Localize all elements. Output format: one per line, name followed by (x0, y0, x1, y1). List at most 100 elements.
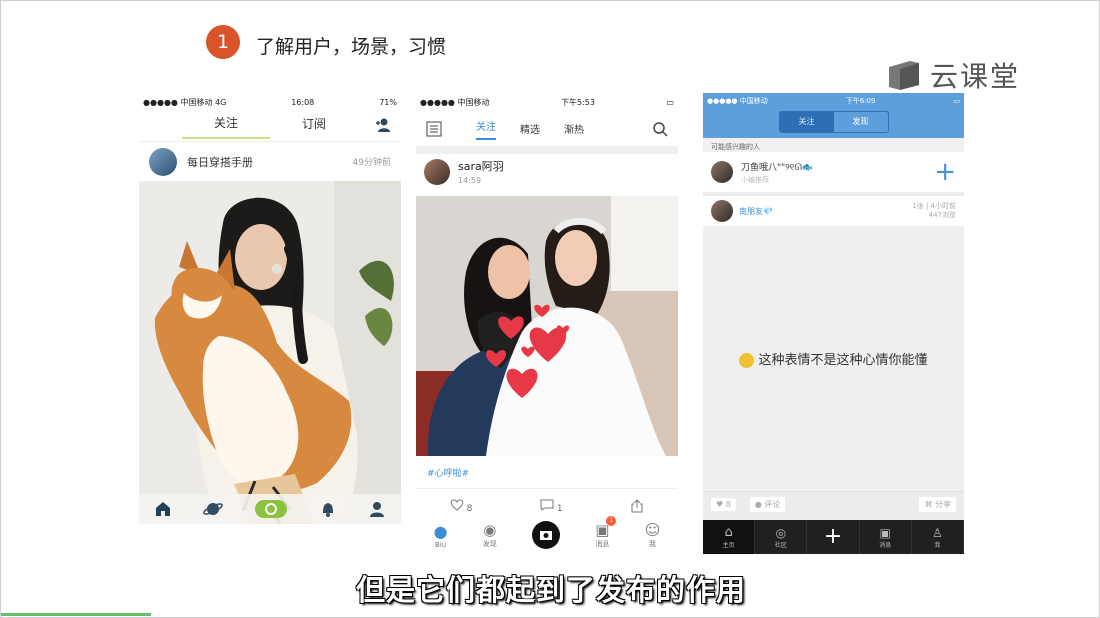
phone-screenshot-fashion-feed: ●●●●● 中国移动 4G 16:08 71% 关注 订阅 每日穿搭手册 49分… (139, 93, 401, 554)
post-header: 每日穿搭手册 49分钟前 (139, 141, 401, 181)
tab-trending[interactable]: 渐热 (564, 121, 584, 136)
feed-tabs: 关注 订阅 (139, 111, 401, 141)
follow-plus-icon[interactable]: + (934, 159, 956, 185)
comment-count: 1 (556, 503, 563, 514)
carrier-text: ●●●●● 中国移动 (420, 97, 490, 107)
share-button[interactable]: ⌘ 分享 (919, 496, 956, 512)
share-icon[interactable] (630, 499, 644, 513)
carrier-text: ●●●●● 中国移动 4G (143, 97, 227, 107)
smile-emoji-icon (739, 353, 755, 368)
post-header: sara阿羽 14:59 (416, 154, 678, 189)
post-meta-line1: 1张 | 4小时前 (912, 202, 956, 210)
segment-follow[interactable]: 关注 (779, 112, 834, 132)
video-progress-bar[interactable] (1, 613, 151, 616)
share-label: 分享 (935, 499, 951, 509)
status-bar: ●●●●● 中国移动 下午5:53 ▭ (416, 93, 678, 111)
post-author[interactable]: 南朋友💎 (739, 206, 773, 217)
nav-label: 我 (934, 541, 941, 549)
recommended-user-text: 刀鱼哦八""୨୧ᘏ🐟 小编推荐 (733, 160, 813, 185)
heart-icon (450, 498, 463, 511)
nav-label: 发现 (482, 540, 497, 548)
post-card: sara阿羽 14:59 #心呼啦# 8 1 (416, 154, 678, 523)
bottom-navigation (139, 494, 401, 524)
profile-icon: ♙ (932, 525, 943, 540)
nav-label: Biu (435, 540, 447, 549)
step-number-badge: 1 (206, 25, 240, 59)
menu-icon[interactable] (426, 121, 442, 137)
tab-follow[interactable]: 关注 (182, 114, 270, 139)
avatar[interactable] (711, 200, 733, 222)
topic-tag[interactable]: #心呼啦# (416, 456, 678, 488)
post-actions: ♥ 8 ● 评论 ⌘ 分享 (703, 491, 964, 516)
recommended-name[interactable]: 刀鱼哦八""୨୧ᘏ🐟 (741, 160, 813, 173)
status-time: 下午5:53 (560, 97, 595, 107)
camera-pill-icon[interactable] (254, 499, 288, 519)
comment-label: 评论 (764, 499, 781, 509)
status-time: 下午6:09 (845, 97, 876, 105)
comment-button[interactable]: 1 (540, 499, 563, 514)
post-time: 49分钟前 (352, 158, 391, 168)
segment-discover[interactable]: 发现 (834, 112, 888, 132)
post-meta-line2: 447浏览 (928, 211, 956, 219)
nav-community[interactable]: ◎ 社区 (755, 520, 808, 554)
account-name[interactable]: 每日穿搭手册 (187, 154, 353, 170)
nav-home[interactable]: ⌂ 主页 (703, 520, 756, 554)
brand-name: 云课堂 (930, 60, 1021, 93)
status-bar: ●●●●● 中国移动 下午6:09 ▭ (703, 93, 964, 109)
status-time: 16:08 (291, 97, 315, 107)
fashion-photo-woman-with-corgi[interactable] (139, 181, 401, 524)
recommended-user[interactable]: 刀鱼哦八""୨୧ᘏ🐟 小编推荐 + (703, 152, 964, 192)
comment-button[interactable]: ● 评论 (749, 496, 786, 512)
battery-percent: 71% (379, 97, 397, 107)
nav-label: 消息 (879, 541, 892, 549)
tab-featured[interactable]: 精选 (520, 121, 540, 136)
camera-button[interactable] (532, 521, 561, 549)
video-subtitle: 但是它们都起到了发布的作用 (355, 573, 746, 607)
wedding-photo-with-hearts[interactable] (416, 196, 678, 456)
plus-icon: + (823, 524, 843, 549)
cloud-classroom-logo-icon (889, 61, 919, 90)
profile-icon[interactable] (368, 500, 386, 518)
battery-icon: ▭ (666, 97, 674, 107)
add-user-icon[interactable] (375, 117, 391, 133)
nav-biu[interactable]: ● Biu (434, 522, 448, 549)
nav-messages[interactable]: ▣ 消息 (860, 520, 912, 554)
bell-icon[interactable] (319, 500, 337, 518)
status-bar: ●●●●● 中国移动 4G 16:08 71% (139, 93, 401, 111)
post-time: 14:59 (458, 176, 482, 185)
nav-label: 消息 (595, 540, 610, 548)
nav-label: 社区 (774, 541, 787, 549)
like-count: 8 (725, 499, 731, 509)
top-navigation: 关注 精选 渐热 (416, 111, 678, 146)
tab-follow[interactable]: 关注 (476, 118, 496, 140)
avatar[interactable] (149, 147, 177, 176)
post-header: 南朋友💎 1张 | 4小时前 447浏览 (703, 196, 964, 226)
follow-discover-segment: 关注 发现 (778, 111, 889, 133)
like-button[interactable]: 8 (450, 498, 473, 514)
avatar[interactable] (711, 161, 733, 183)
nav-add[interactable]: + (807, 520, 860, 554)
message-icon: ▣ (879, 525, 891, 540)
user-name[interactable]: sara阿羽 (458, 160, 504, 173)
planet-icon[interactable] (203, 499, 224, 519)
like-button[interactable]: ♥ 8 (711, 497, 736, 511)
user-name-block: sara阿羽 14:59 (458, 158, 504, 185)
tab-subscribe[interactable]: 订阅 (270, 115, 358, 138)
post-message-image[interactable]: 这种表情不是这种心情你能懂 (703, 226, 964, 491)
search-icon[interactable] (652, 121, 668, 137)
like-count: 8 (466, 503, 473, 514)
nav-discover[interactable]: ◉ 发现 (483, 521, 497, 549)
nav-label: 我 (649, 540, 657, 548)
bottom-navigation: ● Biu ◉ 发现 ▣ 消息 1 ☺ 我 (416, 516, 678, 554)
compass-icon: ◎ (775, 525, 787, 540)
avatar[interactable] (424, 158, 450, 185)
comment-icon (540, 499, 554, 511)
home-icon[interactable] (154, 500, 172, 518)
battery-icon: ▭ (953, 97, 960, 105)
nav-profile[interactable]: ♙ 我 (912, 520, 964, 554)
message-text: 这种表情不是这种心情你能懂 (758, 353, 928, 368)
phone-screenshot-community-feed: ●●●●● 中国移动 下午6:09 ▭ 关注 发现 可能感兴趣的人 刀鱼哦八""… (703, 93, 964, 554)
nav-profile[interactable]: ☺ 我 (645, 521, 661, 549)
nav-messages[interactable]: ▣ 消息 1 (595, 516, 617, 549)
camera-icon (532, 521, 561, 549)
